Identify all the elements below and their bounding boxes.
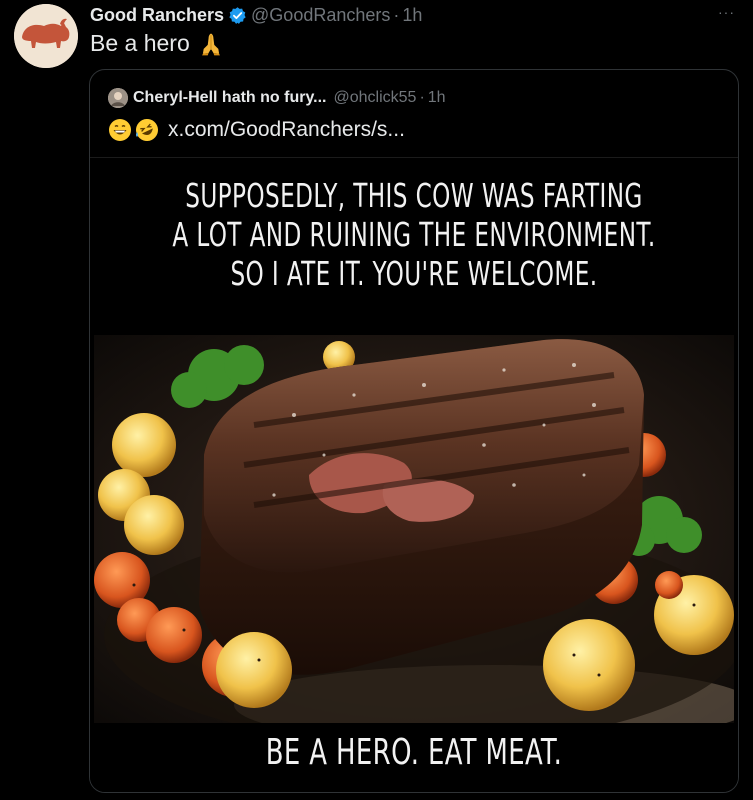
tweet-text-content: Be a hero [90, 30, 190, 56]
good-ranchers-avatar[interactable] [14, 4, 78, 68]
author-handle[interactable]: @GoodRanchers [251, 5, 390, 26]
tweet-header: Good Ranchers @GoodRanchers · 1h [90, 3, 422, 27]
quoted-tweet-text: x.com/GoodRanchers/s... [108, 116, 405, 144]
meme-image[interactable]: SUPPOSEDLY, THIS COW WAS FARTING A LOT A… [90, 157, 738, 792]
quoted-author-avatar[interactable] [108, 88, 128, 108]
quoted-tweet-header: Cheryl-Hell hath no fury... @ohclick55 ·… [108, 87, 446, 109]
steak-photo-image [94, 335, 734, 723]
rolling-laughing-icon [136, 119, 158, 141]
quoted-tweet[interactable]: Cheryl-Hell hath no fury... @ohclick55 ·… [89, 69, 739, 793]
caption-line: SUPPOSEDLY, THIS COW WAS FARTING [185, 176, 643, 215]
quoted-timestamp[interactable]: 1h [428, 89, 446, 107]
tweet-text: Be a hero [90, 30, 224, 57]
quoted-link[interactable]: x.com/GoodRanchers/s... [168, 118, 405, 142]
separator-dot: · [393, 4, 400, 25]
bull-logo-icon [14, 4, 78, 68]
quoted-author-handle[interactable]: @ohclick55 [334, 89, 417, 107]
more-options-icon[interactable]: ··· [718, 4, 735, 20]
meme-caption-bottom: BE A HERO. EAT MEAT. [265, 732, 563, 773]
caption-line: A LOT AND RUINING THE ENVIRONMENT. [172, 215, 656, 254]
timestamp[interactable]: 1h [402, 5, 422, 26]
caption-line: SO I ATE IT. YOU'RE WELCOME. [230, 254, 598, 293]
quoted-avatar-image [108, 88, 128, 108]
folded-hands-icon [201, 32, 220, 55]
author-name[interactable]: Good Ranchers [90, 5, 224, 26]
grinning-face-icon [109, 119, 131, 141]
verified-badge-icon [229, 6, 246, 24]
tweet[interactable]: Good Ranchers @GoodRanchers · 1h ··· Be … [0, 0, 753, 800]
quoted-separator-dot: · [419, 89, 425, 106]
quoted-author-name[interactable]: Cheryl-Hell hath no fury... [133, 89, 327, 107]
meme-caption-top: SUPPOSEDLY, THIS COW WAS FARTING A LOT A… [161, 176, 666, 293]
